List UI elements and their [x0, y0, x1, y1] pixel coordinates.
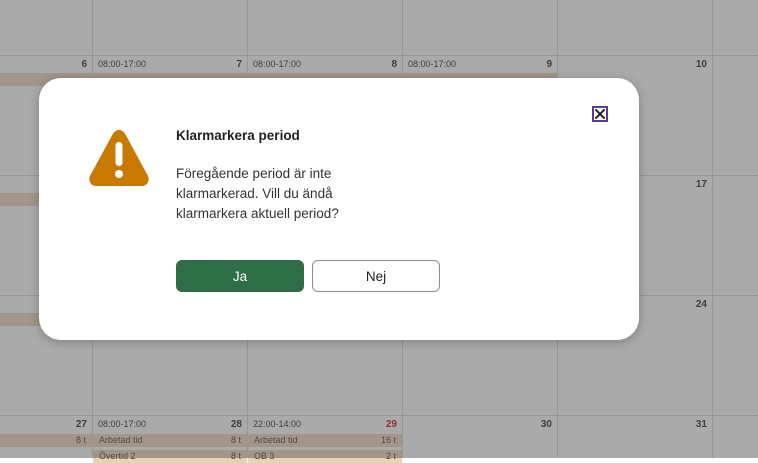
warning-icon — [89, 130, 149, 186]
no-button[interactable]: Nej — [312, 260, 440, 292]
close-icon — [595, 109, 605, 119]
confirm-dialog: Klarmarkera period Föregående period är … — [39, 78, 639, 340]
dialog-title: Klarmarkera period — [176, 128, 300, 143]
yes-button[interactable]: Ja — [176, 260, 304, 292]
close-button[interactable] — [592, 106, 608, 122]
dialog-message: Föregående period är inte klarmarkerad. … — [176, 166, 339, 221]
